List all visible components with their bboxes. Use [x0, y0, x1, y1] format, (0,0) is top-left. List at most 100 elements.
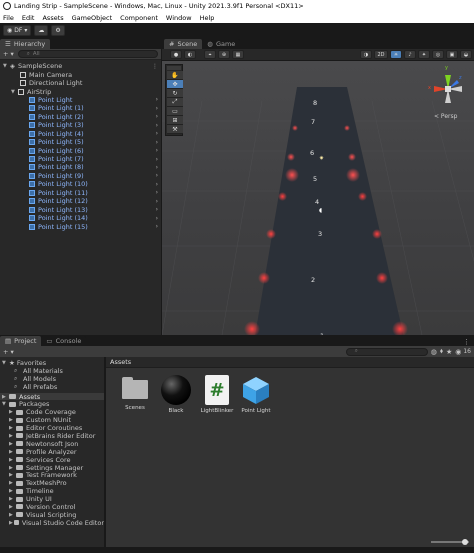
filter-type-icon[interactable]: ◍ [431, 348, 437, 356]
cloud-button[interactable]: ☁ [34, 25, 49, 36]
chevron-right-icon[interactable]: › [156, 172, 158, 179]
chevron-right-icon[interactable]: › [156, 130, 158, 137]
hierarchy-item-point-light[interactable]: Point Light (1) › [0, 104, 161, 112]
asset-item-scenes[interactable]: Scenes [115, 377, 155, 411]
chevron-right-icon[interactable]: › [156, 105, 158, 112]
expand-arrow-icon[interactable]: ▶ [2, 394, 9, 400]
hand-tool-button[interactable]: ✋ [167, 71, 183, 80]
icon-size-slider[interactable] [431, 539, 469, 545]
package-item[interactable]: ▶ Profile Analyzer [0, 448, 104, 456]
toggle-2d-button[interactable]: 2D [374, 50, 388, 59]
more-icon[interactable]: ⋮ [463, 338, 470, 346]
favorites-row[interactable]: ▼ ★ Favorites [0, 359, 104, 367]
chevron-right-icon[interactable]: › [156, 181, 158, 188]
effects-button[interactable]: ✦ [418, 50, 430, 59]
menu-assets[interactable]: Assets [42, 14, 63, 22]
favorite-star-icon[interactable]: ★ [446, 348, 452, 356]
scene-root-row[interactable]: ▼ ◈ SampleScene ⋮ [0, 62, 161, 70]
breadcrumb-label[interactable]: Assets [110, 358, 131, 366]
tab-game[interactable]: ◍ Game [202, 39, 241, 49]
hierarchy-item-point-light[interactable]: Point Light (8) › [0, 163, 161, 171]
hierarchy-item-point-light[interactable]: Point Light (11) › [0, 189, 161, 197]
hierarchy-item-point-light[interactable]: Point Light (9) › [0, 172, 161, 180]
asset-item-black[interactable]: Black [156, 375, 196, 414]
packages-row[interactable]: ▼ Packages [0, 400, 104, 408]
filter-label-icon[interactable]: ⬧ [440, 347, 443, 356]
draw-mode-button[interactable]: ● [170, 50, 182, 59]
custom-tool-button[interactable]: ⚒ [167, 125, 183, 134]
expand-arrow-icon[interactable]: ▶ [9, 433, 16, 439]
rect-tool-button[interactable]: ▭ [167, 107, 183, 116]
more-icon[interactable]: ⋮ [152, 63, 158, 70]
chevron-right-icon[interactable]: › [156, 223, 158, 230]
gizmos-button[interactable]: ◒ [460, 50, 472, 59]
chevron-right-icon[interactable]: › [156, 164, 158, 171]
scale-tool-button[interactable]: ⤢ [167, 98, 183, 107]
expand-arrow-icon[interactable]: ▶ [9, 504, 16, 510]
hierarchy-item-point-light[interactable]: Point Light (14) › [0, 214, 161, 222]
package-item[interactable]: ▶ Visual Scripting [0, 511, 104, 519]
chevron-right-icon[interactable]: › [156, 156, 158, 163]
hierarchy-item-point-light[interactable]: Point Light (10) › [0, 180, 161, 188]
pivot-button[interactable]: ⌖ [204, 50, 216, 59]
package-item[interactable]: ▶ Code Coverage [0, 408, 104, 416]
expand-arrow-icon[interactable]: ▶ [9, 488, 16, 494]
eye-icon[interactable]: ◉ [455, 348, 461, 356]
hierarchy-item-point-light[interactable]: Point Light (6) › [0, 146, 161, 155]
hierarchy-item-point-light[interactable]: Point Light (15) › [0, 222, 161, 231]
expand-arrow-icon[interactable]: ▼ [3, 63, 10, 69]
hierarchy-item-main-camera[interactable]: Main Camera [0, 70, 161, 79]
hierarchy-item-point-light[interactable]: Point Light (2) › [0, 113, 161, 121]
account-button[interactable]: ◉ DF ▾ [3, 25, 32, 36]
expand-arrow-icon[interactable]: ▶ [9, 472, 16, 478]
hierarchy-item-point-light[interactable]: Point Light (7) › [0, 155, 161, 163]
chevron-right-icon[interactable]: › [156, 147, 158, 154]
expand-arrow-icon[interactable]: ▶ [9, 496, 16, 502]
favorites-item[interactable]: ⌕ All Models [0, 375, 104, 383]
package-item[interactable]: ▶ Test Framework [0, 471, 104, 479]
tab-console[interactable]: ▭ Console [41, 336, 87, 346]
chevron-right-icon[interactable]: › [156, 122, 158, 129]
expand-arrow-icon[interactable]: ▶ [9, 441, 16, 447]
rotate-tool-button[interactable]: ↻ [167, 89, 183, 98]
asset-item-lightblinker[interactable]: # LightBlinker [197, 375, 237, 414]
chevron-right-icon[interactable]: › [156, 189, 158, 196]
menu-window[interactable]: Window [166, 14, 192, 22]
menu-gameobject[interactable]: GameObject [72, 14, 113, 22]
expand-arrow-icon[interactable]: ▶ [9, 425, 16, 431]
lighting-toggle-button[interactable]: ☀ [390, 50, 402, 59]
expand-arrow-icon[interactable]: ▶ [9, 457, 16, 463]
runway-mesh[interactable] [254, 87, 405, 335]
menu-component[interactable]: Component [120, 14, 158, 22]
assets-root-row[interactable]: ▶ Assets [0, 393, 104, 401]
hierarchy-item-point-light[interactable]: Point Light (4) › [0, 130, 161, 138]
favorites-item[interactable]: ⌕ All Prefabs [0, 383, 104, 391]
expand-arrow-icon[interactable]: ▼ [2, 401, 9, 407]
tab-scene[interactable]: # Scene [164, 39, 203, 49]
expand-arrow-icon[interactable]: ▼ [2, 360, 9, 366]
package-item[interactable]: ▶ Visual Studio Code Editor [0, 519, 104, 527]
render-mode-button[interactable]: ◐ [184, 50, 196, 59]
overlay-handle[interactable] [167, 66, 181, 70]
menu-edit[interactable]: Edit [22, 14, 35, 22]
package-item[interactable]: ▶ JetBrains Rider Editor [0, 432, 104, 440]
menu-help[interactable]: Help [200, 14, 215, 22]
hierarchy-search-input[interactable]: ⌕ All [17, 50, 158, 58]
hierarchy-item-point-light[interactable]: Point Light (13) › [0, 205, 161, 214]
favorites-item[interactable]: ⌕ All Materials [0, 367, 104, 375]
package-item[interactable]: ▶ Editor Coroutines [0, 424, 104, 432]
chevron-right-icon[interactable]: › [156, 96, 158, 103]
package-item[interactable]: ▶ TextMeshPro [0, 479, 104, 487]
package-item[interactable]: ▶ Version Control [0, 503, 104, 511]
create-asset-button[interactable]: + ▾ [3, 348, 14, 356]
expand-arrow-icon[interactable]: ▼ [11, 89, 18, 95]
package-item[interactable]: ▶ Custom NUnit [0, 416, 104, 424]
transform-tool-button[interactable]: ⊞ [167, 116, 183, 125]
light-gizmo-icon[interactable]: ✷ [319, 155, 324, 162]
slider-thumb[interactable] [462, 539, 468, 545]
scene-viewport[interactable]: ✷ ◖ 8 7 6 5 4 3 2 1 ✋ ✥ ↻ ⤢ ▭ ⊞ ⚒ [162, 61, 474, 335]
expand-arrow-icon[interactable]: ▶ [9, 512, 16, 518]
expand-arrow-icon[interactable]: ▶ [9, 465, 16, 471]
tab-project[interactable]: ▤ Project [0, 336, 42, 346]
hidden-objects-button[interactable]: ◎ [432, 50, 444, 59]
